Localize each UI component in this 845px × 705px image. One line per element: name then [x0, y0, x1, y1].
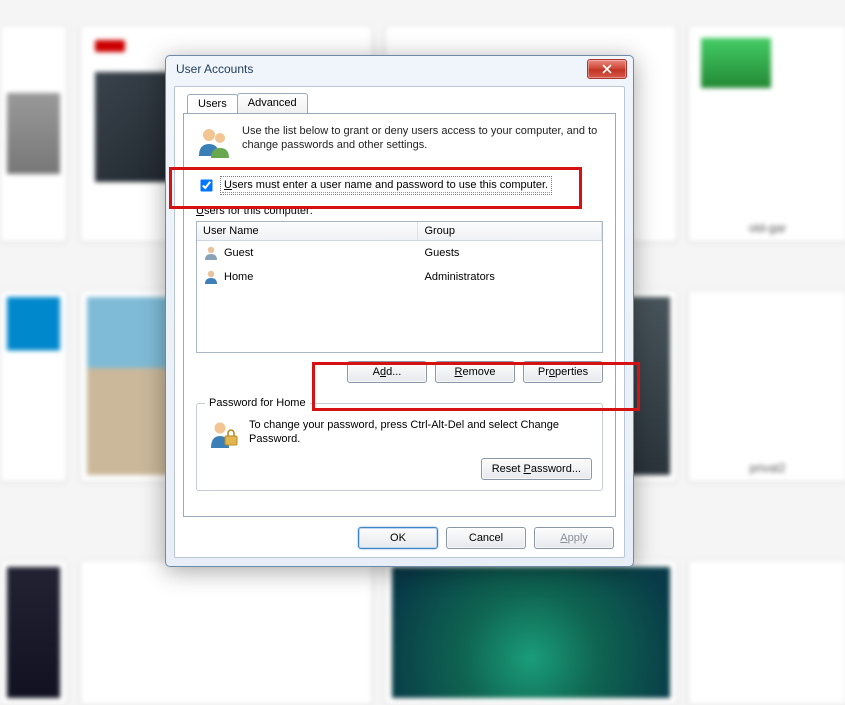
window-title: User Accounts — [172, 62, 587, 76]
add-button[interactable]: Add... — [347, 361, 427, 383]
intro-text: Use the list below to grant or deny user… — [242, 124, 603, 153]
password-icon — [207, 418, 239, 450]
require-login-checkbox[interactable] — [200, 179, 212, 191]
user-name-cell: Guest — [224, 247, 253, 259]
ok-button[interactable]: OK — [358, 527, 438, 549]
dialog-footer: OK Cancel Apply — [175, 519, 624, 557]
user-accounts-dialog: User Accounts Users Advanced Use the lis… — [165, 55, 634, 567]
tab-advanced[interactable]: Advanced — [237, 93, 308, 114]
close-button[interactable] — [587, 59, 627, 79]
admin-user-icon — [203, 269, 219, 285]
cancel-button[interactable]: Cancel — [446, 527, 526, 549]
require-login-label[interactable]: Users must enter a user name and passwor… — [222, 178, 550, 193]
apply-button[interactable]: Apply — [534, 527, 614, 549]
user-name-cell: Home — [224, 271, 253, 283]
users-icon — [196, 124, 232, 160]
require-login-checkbox-row: Users must enter a user name and passwor… — [196, 176, 603, 195]
list-item[interactable]: Home Administrators — [197, 265, 602, 289]
list-item[interactable]: Guest Guests — [197, 241, 602, 265]
intro-row: Use the list below to grant or deny user… — [196, 124, 603, 160]
user-group-cell: Guests — [425, 247, 460, 259]
user-group-cell: Administrators — [425, 271, 495, 283]
password-text: To change your password, press Ctrl-Alt-… — [249, 418, 592, 450]
remove-button[interactable]: Remove — [435, 361, 515, 383]
guest-user-icon — [203, 245, 219, 261]
properties-button[interactable]: Properties — [523, 361, 603, 383]
column-username[interactable]: User Name — [197, 222, 418, 240]
reset-password-button[interactable]: Reset Password... — [481, 458, 592, 480]
column-group[interactable]: Group — [418, 222, 602, 240]
tab-page-users: Use the list below to grant or deny user… — [183, 113, 616, 517]
listview-header[interactable]: User Name Group — [197, 222, 602, 241]
titlebar[interactable]: User Accounts — [166, 56, 633, 82]
password-group: Password for Home To change your passwor… — [196, 403, 603, 491]
dialog-client: Users Advanced Use the list below to gra… — [174, 86, 625, 558]
users-listview[interactable]: User Name Group Guest Guests Home Admini — [196, 221, 603, 353]
close-icon — [602, 64, 612, 74]
password-group-legend: Password for Home — [205, 397, 310, 409]
user-buttons-row: Add... Remove Properties — [196, 361, 603, 383]
tab-users[interactable]: Users — [187, 94, 238, 115]
users-list-label: UUsers for this computer:sers for this c… — [196, 205, 603, 217]
tab-strip: Users Advanced — [187, 93, 307, 114]
